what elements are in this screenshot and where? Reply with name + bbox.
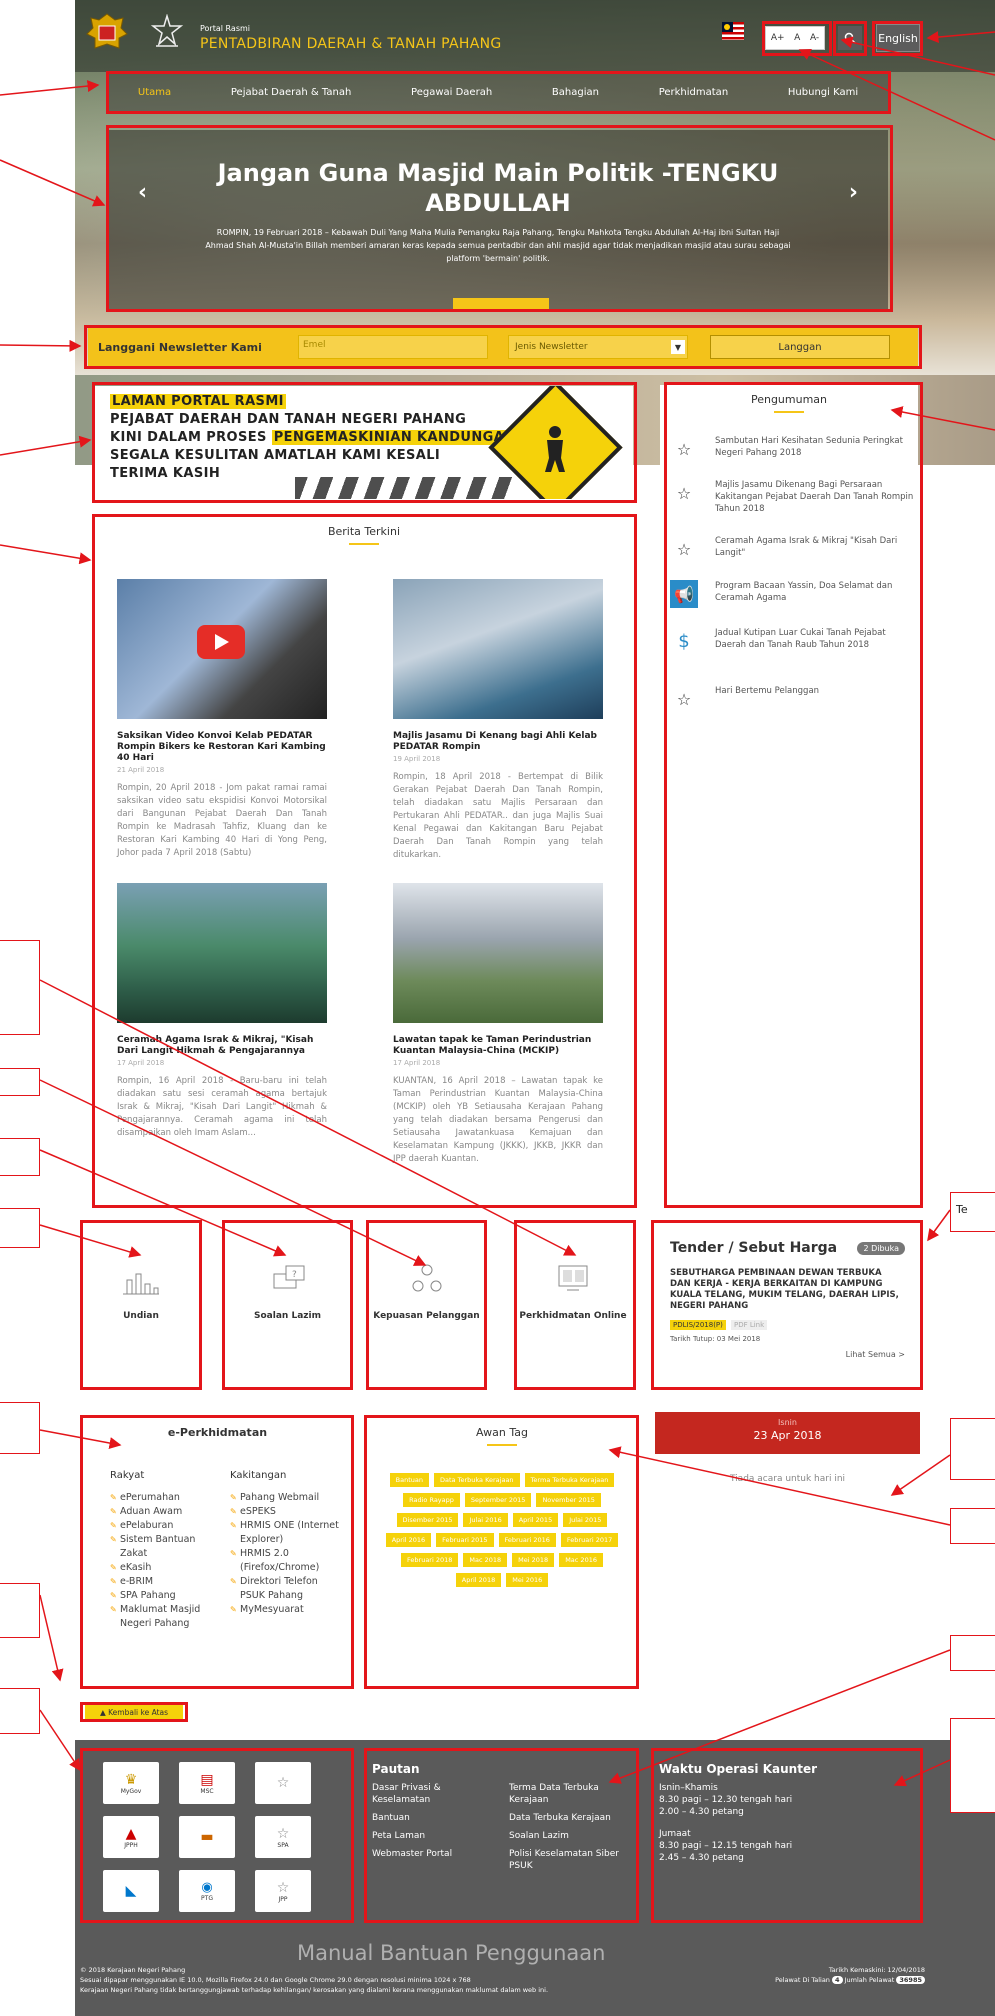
copyright-line: Kerajaan Negeri Pahang tidak bertanggung… [80, 1986, 549, 1994]
highlight-search [833, 21, 867, 56]
visitors-today-count: 4 [832, 1976, 843, 1984]
highlight-footer-logos [80, 1748, 354, 1923]
highlight-faq [222, 1220, 353, 1390]
highlight-tender [651, 1220, 923, 1390]
callout-box [950, 1418, 995, 1480]
highlight-back-to-top [80, 1702, 188, 1722]
portal-subtitle: Portal Rasmi [200, 24, 250, 33]
visitor-stats: Pelawat Di Talian 4 Jumlah Pelawat 36985 [775, 1975, 925, 1985]
visitors-total-count: 36985 [896, 1976, 925, 1984]
highlight-footer-hours [651, 1748, 923, 1923]
highlight-poll [80, 1220, 202, 1390]
callout-box [0, 1208, 40, 1248]
jata-logo[interactable] [150, 14, 184, 50]
highlight-language [872, 21, 923, 56]
highlight-footer-links [364, 1748, 639, 1923]
calendar-date: 23 Apr 2018 [753, 1429, 822, 1442]
highlight-news [92, 514, 637, 1208]
callout-box [0, 1688, 40, 1734]
highlight-banner [92, 382, 637, 503]
copyright-line: © 2018 Kerajaan Negeri Pahang [80, 1966, 186, 1974]
highlight-font-controls [762, 21, 832, 56]
site-title[interactable]: PENTADBIRAN DAERAH & TANAH PAHANG [200, 36, 502, 52]
calendar-panel: Isnin 23 Apr 2018 Tiada acara untuk hari… [655, 1412, 920, 1587]
visitors-today-label: Pelawat Di Talian [775, 1976, 830, 1984]
highlight-satisfaction [366, 1220, 487, 1390]
highlight-tagcloud [364, 1415, 639, 1689]
highlight-nav [106, 71, 891, 114]
state-crest-logo[interactable] [85, 12, 129, 52]
malaysia-flag-icon[interactable] [722, 22, 744, 40]
callout-box [0, 1583, 40, 1638]
callout-box [0, 1068, 40, 1096]
callout-box [0, 1138, 40, 1176]
callout-box [0, 1402, 40, 1454]
no-events-text: Tiada acara untuk hari ini [729, 1474, 846, 1484]
callout-tender: Te [950, 1192, 995, 1232]
copyright-line: Sesuai dipapar menggunakan IE 10.0, Mozi… [80, 1976, 471, 1984]
highlight-eservices [80, 1415, 354, 1689]
highlight-newsletter [84, 325, 922, 369]
highlight-announcements [664, 382, 923, 1208]
page: Portal Rasmi PENTADBIRAN DAERAH & TANAH … [0, 0, 995, 2016]
copyright-text: © 2018 Kerajaan Negeri Pahang Sesuai dip… [80, 1965, 548, 1995]
visitors-total-label: Jumlah Pelawat [844, 1976, 895, 1984]
callout-box [950, 1508, 995, 1544]
callout-box [950, 1635, 995, 1671]
callout-box [0, 940, 40, 1035]
calendar-header: Isnin 23 Apr 2018 [655, 1412, 920, 1454]
update-info: Tarikh Kemaskini: 12/04/2018 Pelawat Di … [775, 1965, 925, 1985]
highlight-online [514, 1220, 636, 1390]
highlight-slider [106, 125, 893, 312]
callout-box [950, 1718, 995, 1813]
last-updated: Tarikh Kemaskini: 12/04/2018 [828, 1966, 925, 1974]
manual-watermark: Manual Bantuan Penggunaan [297, 1941, 606, 1965]
calendar-day: Isnin [778, 1418, 797, 1427]
